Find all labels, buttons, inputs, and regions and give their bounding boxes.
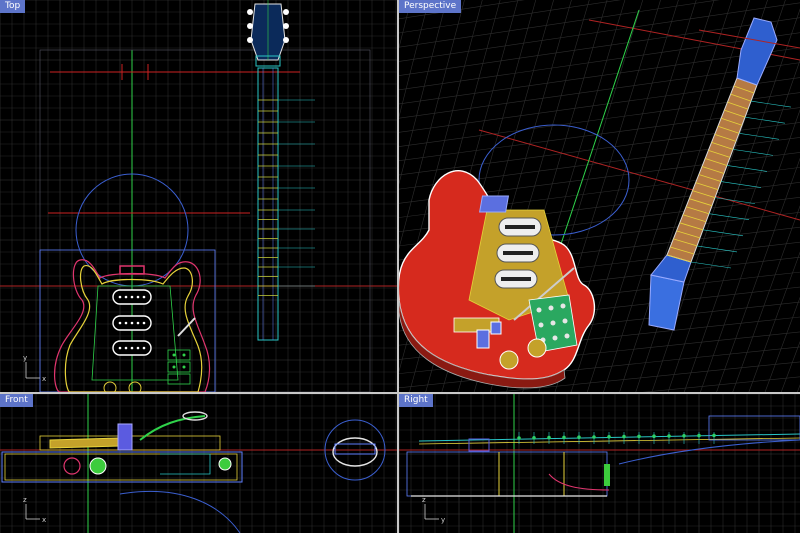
- pickups-perspective: [494, 217, 542, 289]
- body-right: [406, 451, 610, 497]
- perspective-viewport[interactable]: Perspective: [399, 0, 800, 392]
- perspective-viewport-label[interactable]: Perspective: [399, 0, 462, 13]
- axis-gizmo-icon: [25, 504, 40, 520]
- right-viewport[interactable]: Right y z: [399, 394, 800, 533]
- top-viewport-label[interactable]: Top: [0, 0, 26, 13]
- svg-text:x: x: [42, 516, 46, 524]
- top-viewport[interactable]: Top x y: [0, 0, 397, 392]
- right-viewport-canvas[interactable]: y z: [399, 394, 800, 533]
- headstock-top: [247, 0, 289, 67]
- right-viewport-label[interactable]: Right: [399, 394, 433, 407]
- svg-text:z: z: [422, 496, 426, 504]
- front-viewport[interactable]: Front x z: [0, 394, 397, 533]
- neck-perspective: [648, 17, 792, 331]
- right-grid: [399, 394, 800, 533]
- svg-text:x: x: [42, 375, 46, 383]
- front-grid: [0, 394, 397, 533]
- axis-gizmo-icon: [424, 504, 439, 520]
- svg-text:y: y: [441, 516, 445, 524]
- top-grid: [0, 0, 397, 392]
- svg-text:y: y: [23, 354, 27, 362]
- svg-text:z: z: [23, 496, 27, 504]
- guitar-body-front: [1, 411, 243, 483]
- perspective-viewport-canvas[interactable]: [399, 0, 800, 392]
- top-viewport-canvas[interactable]: x y: [0, 0, 397, 392]
- front-viewport-label[interactable]: Front: [0, 394, 33, 407]
- front-viewport-canvas[interactable]: x z: [0, 394, 397, 533]
- neck-right: [418, 415, 800, 465]
- axis-gizmo-icon: [25, 362, 40, 379]
